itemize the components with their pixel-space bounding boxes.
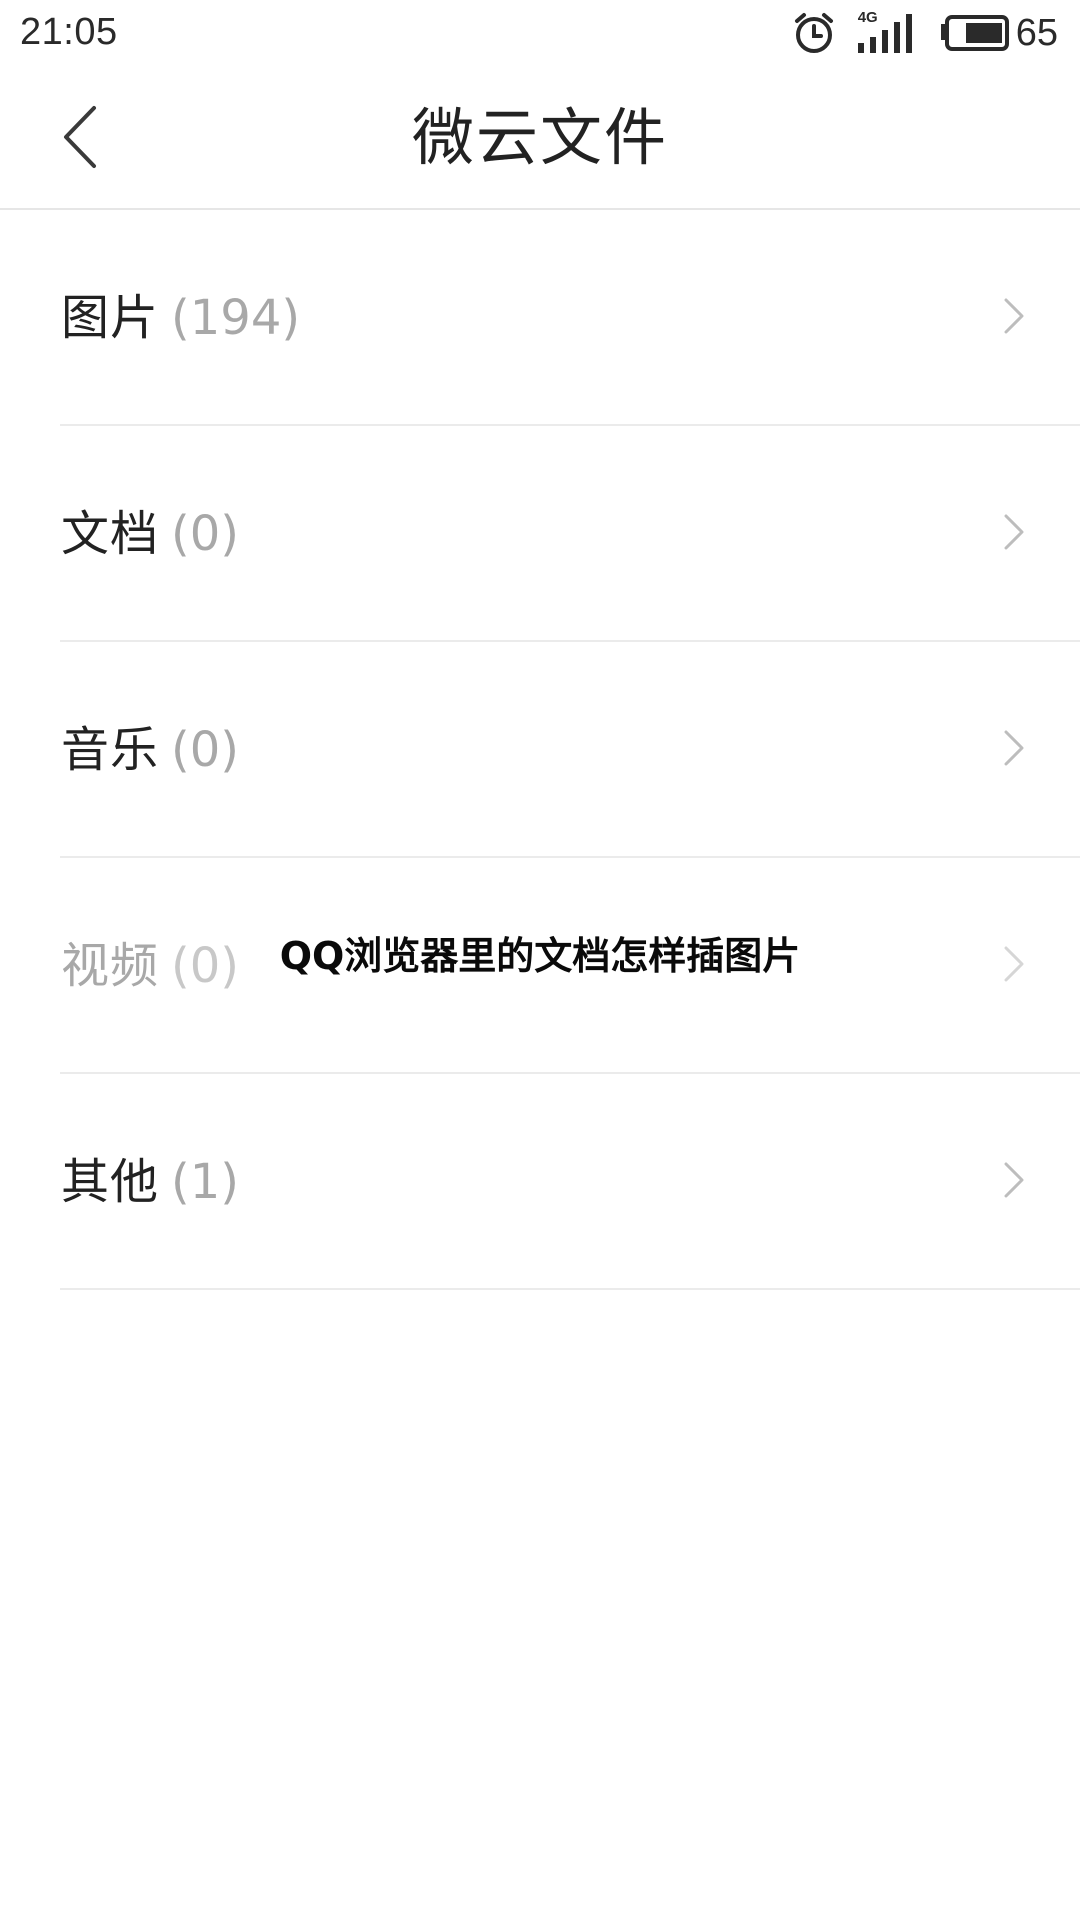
category-count: (1)	[171, 1154, 240, 1210]
category-label: 音乐	[61, 722, 160, 778]
network-type-label: 4G	[857, 9, 878, 26]
category-text: 图片 (194)	[61, 286, 300, 350]
category-count: (0)	[171, 506, 240, 562]
alarm-icon	[794, 13, 833, 53]
category-count: (194)	[171, 290, 301, 346]
status-icons: 4G 65	[792, 8, 1058, 58]
category-item-images[interactable]: 图片 (194)	[0, 210, 1080, 426]
category-text: 音乐 (0)	[61, 718, 239, 782]
category-text: 文档 (0)	[61, 502, 239, 566]
chevron-right-icon	[1004, 298, 1024, 334]
chevron-right-icon	[1004, 1162, 1024, 1198]
category-count: (0)	[171, 722, 240, 778]
category-label: 其他	[61, 1154, 160, 1210]
category-item-documents[interactable]: 文档 (0)	[0, 426, 1080, 642]
header-bar: 微云文件	[0, 66, 1080, 210]
chevron-right-icon	[1004, 730, 1024, 766]
category-item-other[interactable]: 其他 (1)	[0, 1074, 1080, 1290]
category-label: 图片	[61, 290, 160, 346]
overlay-caption: QQ浏览器里的文档怎样插图片	[279, 934, 801, 978]
category-list: 图片 (194) 文档 (0) 音乐 (0) 视频 (0) 其他 (1)	[0, 210, 1080, 1290]
chevron-right-icon	[1004, 514, 1024, 550]
status-bar: 21:05 4G 65	[0, 0, 1080, 66]
category-label: 文档	[61, 506, 160, 562]
signal-icon: 4G	[856, 9, 916, 55]
category-text: 其他 (1)	[61, 1150, 239, 1214]
status-time: 21:05	[20, 11, 118, 53]
category-item-music[interactable]: 音乐 (0)	[0, 642, 1080, 858]
battery-icon	[940, 15, 1009, 51]
page-title: 微云文件	[411, 101, 668, 174]
battery-level: 65	[1015, 12, 1058, 54]
